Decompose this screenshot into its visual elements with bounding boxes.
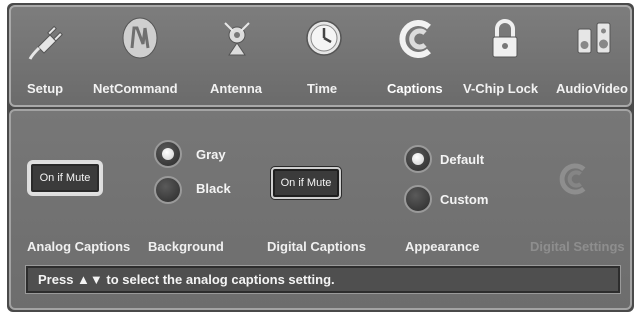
digital-captions-label: Digital Captions bbox=[267, 239, 366, 254]
menu-tab-bar: Setup NetCommand Antenna Time Captions V… bbox=[9, 5, 632, 107]
tab-vchip-lock[interactable]: V-Chip Lock bbox=[463, 13, 547, 101]
digital-settings-captions-icon bbox=[559, 163, 586, 195]
tab-netcommand-label: NetCommand bbox=[93, 81, 178, 96]
background-gray-radio[interactable] bbox=[154, 140, 182, 168]
digital-settings-label: Digital Settings bbox=[530, 239, 625, 254]
digital-captions-button[interactable]: On if Mute bbox=[271, 167, 341, 199]
tab-audiovideo[interactable]: AudioVideo bbox=[556, 13, 632, 101]
antenna-icon bbox=[224, 22, 250, 56]
background-gray-label: Gray bbox=[196, 147, 226, 162]
appearance-label: Appearance bbox=[405, 239, 480, 254]
tab-vchip-lock-label: V-Chip Lock bbox=[463, 81, 539, 96]
speakers-icon bbox=[577, 22, 611, 54]
tab-audiovideo-label: AudioVideo bbox=[556, 81, 628, 96]
clock-icon bbox=[306, 20, 342, 56]
analog-captions-label: Analog Captions bbox=[27, 239, 131, 254]
appearance-custom-radio[interactable] bbox=[404, 185, 432, 213]
tab-antenna[interactable]: Antenna bbox=[207, 13, 267, 101]
tab-antenna-label: Antenna bbox=[210, 81, 262, 96]
captions-icon bbox=[399, 20, 431, 58]
tab-time-label: Time bbox=[307, 81, 338, 96]
status-message-bar: Press ▲▼ to select the analog captions s… bbox=[26, 266, 620, 293]
appearance-default-radio[interactable] bbox=[404, 145, 432, 173]
background-black-label: Black bbox=[196, 181, 231, 196]
plug-icon bbox=[28, 25, 63, 60]
padlock-icon bbox=[492, 19, 518, 58]
status-message-text: Press ▲▼ to select the analog captions s… bbox=[38, 272, 335, 287]
background-label: Background bbox=[148, 239, 224, 254]
appearance-custom-label: Custom bbox=[440, 192, 489, 207]
background-black-radio[interactable] bbox=[154, 176, 182, 204]
analog-captions-button[interactable]: On if Mute bbox=[29, 162, 101, 194]
tab-setup[interactable]: Setup bbox=[23, 13, 73, 101]
appearance-default-label: Default bbox=[440, 152, 485, 167]
netcommand-logo-icon bbox=[122, 17, 158, 59]
tab-netcommand[interactable]: NetCommand bbox=[93, 13, 187, 101]
tab-setup-label: Setup bbox=[27, 81, 64, 96]
tab-captions-label: Captions bbox=[387, 81, 443, 96]
tab-time[interactable]: Time bbox=[301, 13, 347, 101]
tab-captions[interactable]: Captions bbox=[383, 13, 451, 101]
